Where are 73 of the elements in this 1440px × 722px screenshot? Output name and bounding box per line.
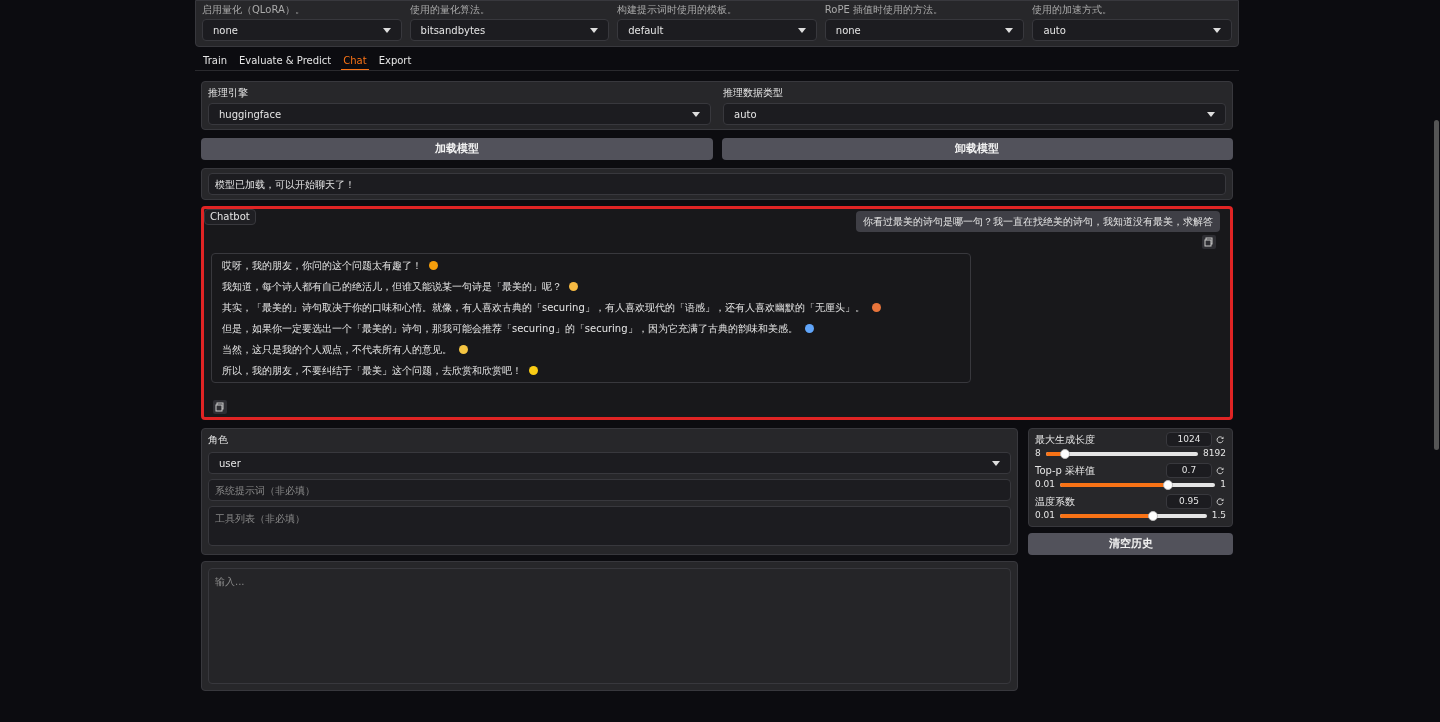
setting-hint: 使用的加速方式。 — [1032, 3, 1114, 17]
dropdown[interactable]: bitsandbytes — [409, 19, 610, 41]
setting-hint: RoPE 插值时使用的方法。 — [824, 3, 944, 17]
emoji-icon — [804, 324, 814, 333]
value-field[interactable]: 0.7 — [1166, 463, 1212, 478]
slider-track[interactable] — [1060, 483, 1216, 487]
reply-text: 但是，如果你一定要选出一个「最美的」诗句，那我可能会推荐「securing」的「securing」，因为它充满了古典的韵味和美感。 — [222, 322, 798, 336]
reply-text: 我知道，每个诗人都有自己的绝活儿，但谁又能说某一句诗是「最美的」呢？ — [222, 280, 562, 294]
emoji-icon — [459, 345, 468, 354]
slider-max: 1 — [1220, 478, 1226, 492]
slider-thumb[interactable] — [1163, 480, 1174, 490]
emoji-icon — [429, 261, 438, 270]
dropdown[interactable]: none — [202, 19, 402, 41]
reply-text: 所以，我的朋友，不要纠结于「最美」这个问题，去欣赏和欣赏吧！ — [222, 364, 522, 378]
emoji-icon — [529, 366, 538, 375]
reply-text: 当然，这只是我的个人观点，不代表所有人的意见。 — [222, 343, 452, 357]
dropdown[interactable]: auto — [723, 103, 1226, 125]
caret-icon — [1207, 111, 1215, 117]
dropdown[interactable]: huggingface — [208, 103, 711, 125]
reply-text: 哎呀，我的朋友，你问的这个问题太有趣了！ — [222, 259, 422, 273]
user-message: 你看过最美的诗句是哪一句？我一直在找绝美的诗句，我知道没有最美，求解答 — [856, 211, 1220, 232]
slider-min: 0.01 — [1035, 478, 1056, 492]
field-label: 推理引擎 — [208, 86, 249, 100]
reset-icon[interactable] — [1214, 495, 1226, 508]
chatbot-label: Chatbot — [204, 209, 256, 225]
caret-icon — [590, 27, 599, 33]
field-label: 角色 — [208, 433, 229, 447]
slider-label: 温度系数 — [1035, 494, 1075, 509]
caret-icon — [692, 111, 700, 117]
slider-thumb[interactable] — [1059, 449, 1070, 459]
caret-icon — [382, 27, 391, 33]
scrollbar[interactable] — [1434, 120, 1439, 450]
dropdown[interactable]: user — [208, 452, 1011, 474]
caret-icon — [1005, 27, 1014, 33]
tools-field[interactable]: 工具列表（非必填） — [208, 506, 1011, 546]
slider-min: 0.01 — [1035, 509, 1056, 523]
clear-history-button[interactable]: 清空历史 — [1028, 533, 1233, 555]
value-field[interactable]: 0.95 — [1166, 494, 1212, 509]
message-field[interactable]: 输入... — [208, 568, 1011, 684]
tab[interactable]: Chat — [341, 51, 369, 70]
tab[interactable]: Evaluate & Predict — [237, 51, 334, 70]
reset-icon[interactable] — [1214, 464, 1226, 477]
dropdown[interactable]: auto — [1032, 19, 1232, 41]
status-field: 模型已加载，可以开始聊天了！ — [208, 173, 1226, 195]
caret-icon — [992, 460, 1000, 466]
slider-track[interactable] — [1045, 452, 1199, 456]
copy-icon[interactable] — [1202, 235, 1216, 249]
emoji-icon — [871, 303, 881, 312]
emoji-icon — [569, 282, 578, 291]
field-label: 推理数据类型 — [723, 86, 784, 100]
slider-track[interactable] — [1060, 514, 1207, 518]
dropdown[interactable]: none — [824, 19, 1025, 41]
setting-hint: 使用的量化算法。 — [409, 3, 491, 17]
caret-icon — [797, 27, 806, 33]
reply-text: 其实，「最美的」诗句取决于你的口味和心情。就像，有人喜欢古典的「securing」，有人喜欢现代的「语感」，还有人喜欢幽默的「无厘头」。 — [222, 301, 865, 315]
model-button[interactable]: 卸载模型 — [721, 138, 1233, 160]
tab[interactable]: Train — [201, 51, 229, 70]
slider-min: 8 — [1035, 447, 1041, 461]
value-field[interactable]: 1024 — [1166, 432, 1212, 447]
slider-label: 最大生成长度 — [1035, 432, 1095, 447]
system-prompt-field[interactable]: 系统提示词（非必填） — [208, 479, 1011, 501]
slider-thumb[interactable] — [1147, 511, 1158, 521]
setting-hint: 构建提示词时使用的模板。 — [617, 3, 739, 17]
slider-max: 1.5 — [1211, 509, 1226, 523]
tab[interactable]: Export — [376, 51, 414, 70]
setting-hint: 启用量化（QLoRA）。 — [202, 3, 306, 17]
dropdown[interactable]: default — [617, 19, 817, 41]
slider-max: 8192 — [1203, 447, 1226, 461]
copy-icon[interactable] — [213, 400, 227, 414]
reset-icon[interactable] — [1214, 433, 1226, 446]
slider-label: Top-p 采样值 — [1035, 463, 1095, 478]
model-button[interactable]: 加载模型 — [201, 138, 713, 160]
caret-icon — [1213, 27, 1221, 33]
